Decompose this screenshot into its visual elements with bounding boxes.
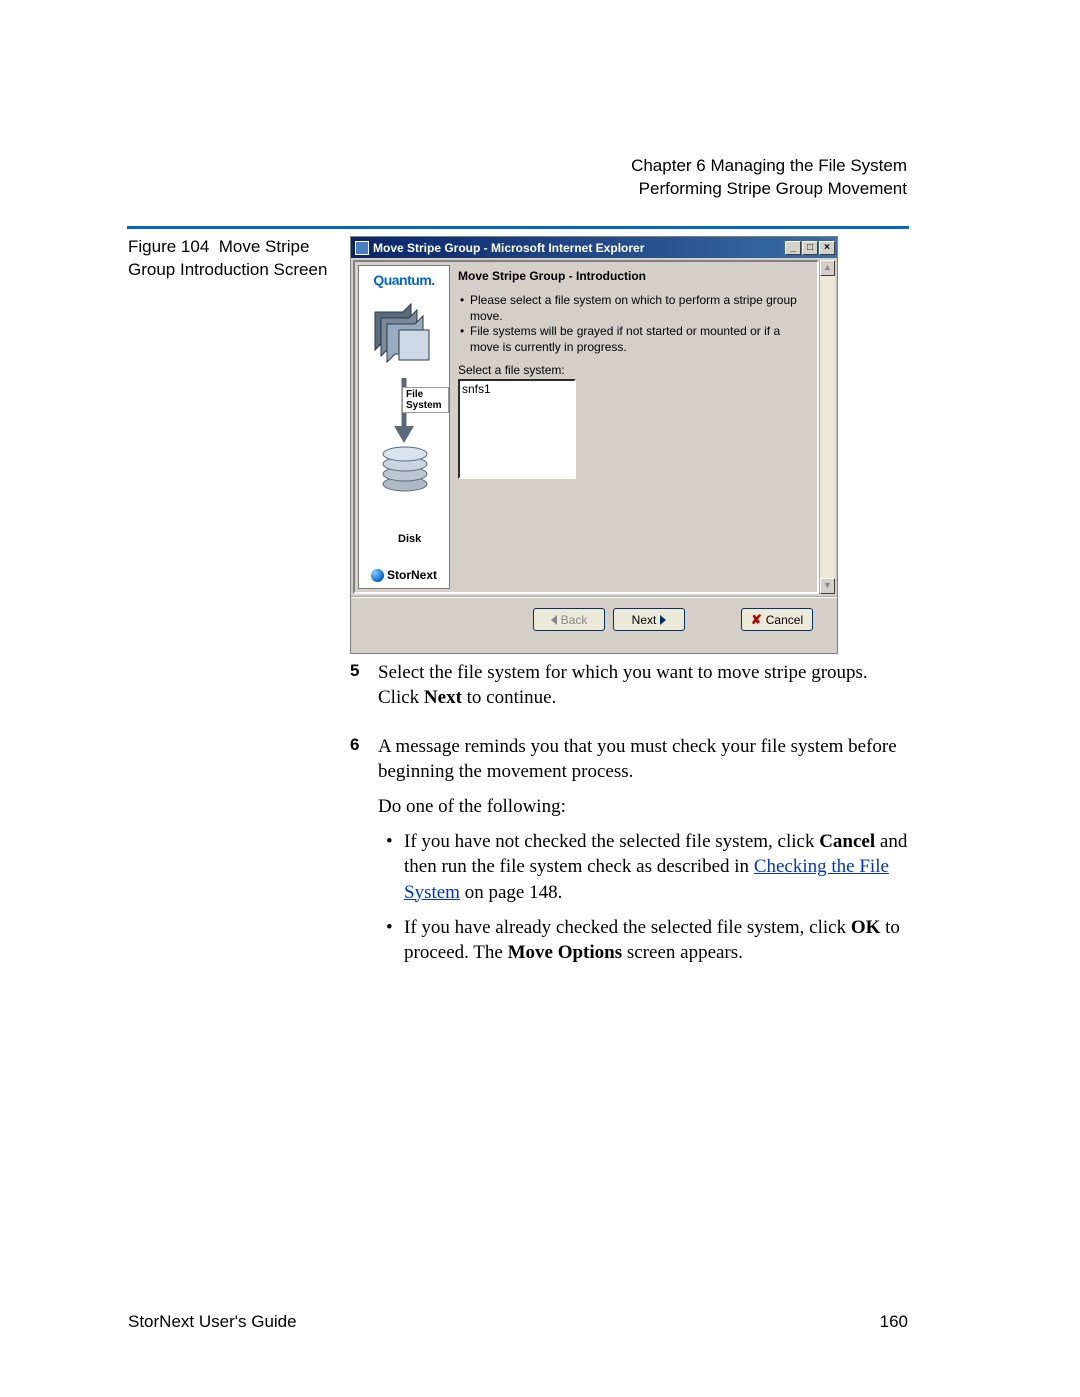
page-footer: StorNext User's Guide 160 bbox=[128, 1312, 908, 1332]
next-button[interactable]: Next bbox=[613, 608, 685, 631]
close-button[interactable]: × bbox=[819, 241, 835, 255]
figure-caption: Figure 104 Move Stripe Group Introductio… bbox=[128, 236, 348, 282]
step-5-text: Select the file system for which you wan… bbox=[378, 660, 910, 710]
cancel-button[interactable]: ✘ Cancel bbox=[741, 608, 813, 631]
window-title: Move Stripe Group - Microsoft Internet E… bbox=[373, 241, 644, 255]
back-button[interactable]: Back bbox=[533, 608, 605, 631]
stornext-logo: StorNext bbox=[371, 568, 437, 582]
back-label: Back bbox=[561, 613, 588, 627]
window-titlebar: Move Stripe Group - Microsoft Internet E… bbox=[351, 237, 837, 258]
figure-number: Figure 104 bbox=[128, 237, 209, 256]
header-rule bbox=[127, 226, 909, 229]
scrollbar[interactable]: ▲ ▼ bbox=[819, 260, 835, 594]
page-header: Chapter 6 Managing the File System Perfo… bbox=[631, 155, 907, 201]
step-5-number: 5 bbox=[350, 660, 368, 720]
body-text: 5 Select the file system for which you w… bbox=[350, 660, 910, 989]
step-6-option-cancel: If you have not checked the selected fil… bbox=[386, 829, 910, 904]
wizard-main-panel: Move Stripe Group - Introduction Please … bbox=[454, 265, 814, 589]
ie-window: Move Stripe Group - Microsoft Internet E… bbox=[350, 236, 838, 654]
stornext-globe-icon bbox=[371, 569, 384, 582]
back-arrow-icon bbox=[551, 615, 557, 625]
next-arrow-icon bbox=[660, 615, 666, 625]
scroll-down-icon[interactable]: ▼ bbox=[820, 578, 835, 594]
scroll-up-icon[interactable]: ▲ bbox=[820, 260, 835, 276]
step-6-number: 6 bbox=[350, 734, 368, 975]
wizard-sidebar: Quantum. bbox=[358, 265, 450, 589]
footer-guide-name: StorNext User's Guide bbox=[128, 1312, 297, 1332]
cancel-x-icon: ✘ bbox=[751, 612, 762, 628]
select-label: Select a file system: bbox=[458, 363, 808, 377]
intro-bullet-1: Please select a file system on which to … bbox=[460, 293, 808, 324]
wizard-button-bar: Back Next ✘ Cancel bbox=[351, 596, 837, 653]
step-6-intro: A message reminds you that you must chec… bbox=[378, 734, 910, 784]
filesystem-listbox[interactable]: snfs1 bbox=[458, 379, 576, 479]
intro-bullet-2: File systems will be grayed if not start… bbox=[460, 324, 808, 355]
wizard-heading: Move Stripe Group - Introduction bbox=[458, 269, 808, 283]
next-label: Next bbox=[632, 613, 657, 627]
ie-app-icon bbox=[355, 241, 369, 255]
chapter-line: Chapter 6 Managing the File System bbox=[631, 155, 907, 178]
stornext-text: StorNext bbox=[387, 568, 437, 582]
step-6-option-ok: If you have already checked the selected… bbox=[386, 915, 910, 965]
disk-label: Disk bbox=[395, 532, 424, 546]
quantum-logo: Quantum. bbox=[373, 272, 434, 288]
maximize-button[interactable]: □ bbox=[802, 241, 818, 255]
filesystem-option[interactable]: snfs1 bbox=[462, 382, 572, 396]
filesystem-label: File System bbox=[402, 387, 449, 413]
minimize-button[interactable]: _ bbox=[785, 241, 801, 255]
wizard-content: Quantum. bbox=[353, 260, 819, 594]
step-6-do: Do one of the following: bbox=[378, 794, 910, 819]
section-line: Performing Stripe Group Movement bbox=[631, 178, 907, 201]
cancel-label: Cancel bbox=[766, 613, 803, 627]
footer-page-number: 160 bbox=[880, 1312, 908, 1332]
